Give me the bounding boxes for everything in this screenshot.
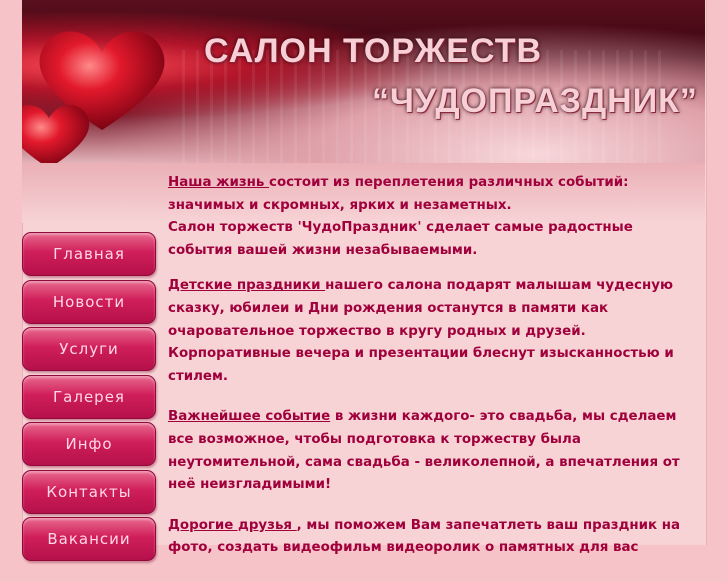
dear-friends-link[interactable]: Дорогие друзья [168, 518, 297, 533]
salon-text: Салон торжеств 'ЧудоПраздник' сделает са… [168, 220, 633, 258]
main-event-link[interactable]: Важнейшее событие [168, 409, 330, 424]
main-nav: Главная Новости Услуги Галерея Инфо Конт… [22, 232, 156, 565]
nav-button-gallery[interactable]: Галерея [22, 374, 156, 419]
kids-paragraph: Детские праздники нашего салона подарят … [168, 275, 698, 388]
friends-paragraph: Дорогие друзья , мы поможем Вам запечатл… [168, 515, 698, 560]
intro-paragraph: Наша жизнь состоит из переплетения разли… [168, 172, 698, 217]
banner-title-line2: “ЧУДОПРАЗДНИК” [372, 82, 698, 120]
header-banner: САЛОН ТОРЖЕСТВ “ЧУДОПРАЗДНИК” [22, 0, 705, 163]
salon-paragraph: Салон торжеств 'ЧудоПраздник' сделает са… [168, 217, 698, 262]
nav-button-news[interactable]: Новости [22, 279, 156, 324]
kids-parties-link[interactable]: Детские праздники [168, 278, 325, 293]
nav-button-vacancies[interactable]: Вакансии [22, 517, 156, 561]
nav-button-contacts[interactable]: Контакты [22, 469, 156, 514]
nav-button-home[interactable]: Главная [22, 232, 156, 276]
wedding-paragraph: Важнейшее событие в жизни каждого- это с… [168, 406, 698, 496]
main-content: Наша жизнь состоит из переплетения разли… [168, 172, 698, 582]
nav-button-services[interactable]: Услуги [22, 327, 156, 371]
nav-button-info[interactable]: Инфо [22, 422, 156, 466]
our-life-link[interactable]: Наша жизнь [168, 175, 269, 190]
heart-icon [22, 105, 90, 163]
banner-title-line1: САЛОН ТОРЖЕСТВ [204, 32, 543, 70]
kids-text: нашего салона подарят малышам чудесную с… [168, 278, 674, 384]
